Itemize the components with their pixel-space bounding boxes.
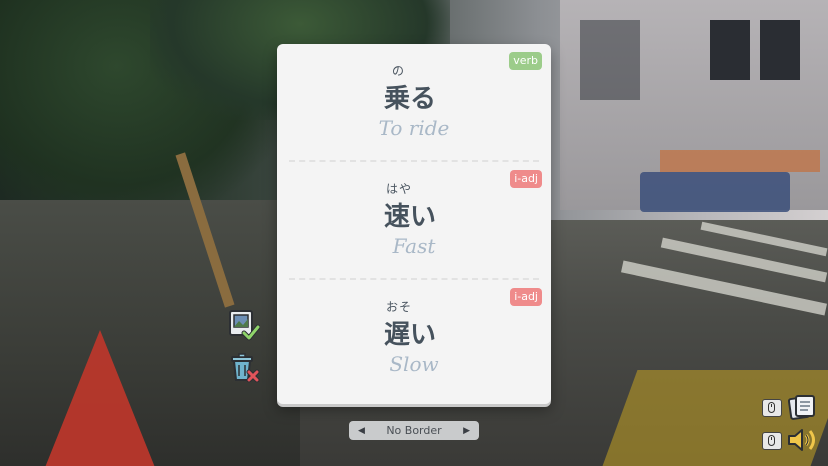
mouse-icon	[762, 432, 782, 450]
furigana: の	[392, 64, 406, 78]
part-of-speech-badge: i-adj	[510, 170, 542, 188]
trash-x-icon[interactable]	[226, 350, 260, 384]
notes-icon	[788, 395, 815, 420]
part-of-speech-badge: verb	[509, 52, 542, 70]
vocab-meaning: Slow	[389, 352, 439, 376]
vocab-card-panel: verb の 乗る To ride i-adj はや 速い Fast i-adj…	[277, 44, 551, 404]
mouse-icon	[762, 399, 782, 417]
speaker-icon	[788, 429, 815, 451]
furigana: はや	[386, 182, 413, 196]
vocab-meaning: Fast	[392, 234, 436, 258]
furigana: おそ	[386, 300, 413, 314]
vocab-word: 速い	[384, 202, 437, 232]
vocab-card-3[interactable]: i-adj おそ 遅い Slow	[277, 280, 551, 398]
part-of-speech-badge: i-adj	[510, 288, 542, 306]
arrow-left-icon[interactable]: ◀	[358, 426, 365, 436]
vocab-meaning: To ride	[378, 116, 450, 140]
vocab-word: 乗る	[384, 84, 437, 114]
border-selector: ◀ No Border ▶	[349, 421, 479, 440]
arrow-right-icon[interactable]: ▶	[463, 426, 470, 436]
vocab-card-1[interactable]: verb の 乗る To ride	[277, 44, 551, 162]
border-selector-label: No Border	[386, 424, 442, 437]
sound-control[interactable]	[762, 427, 822, 453]
vocab-word: 遅い	[384, 320, 437, 350]
vocab-card-2[interactable]: i-adj はや 速い Fast	[277, 162, 551, 280]
photo-check-icon[interactable]	[226, 308, 261, 342]
notes-control[interactable]	[762, 394, 822, 420]
